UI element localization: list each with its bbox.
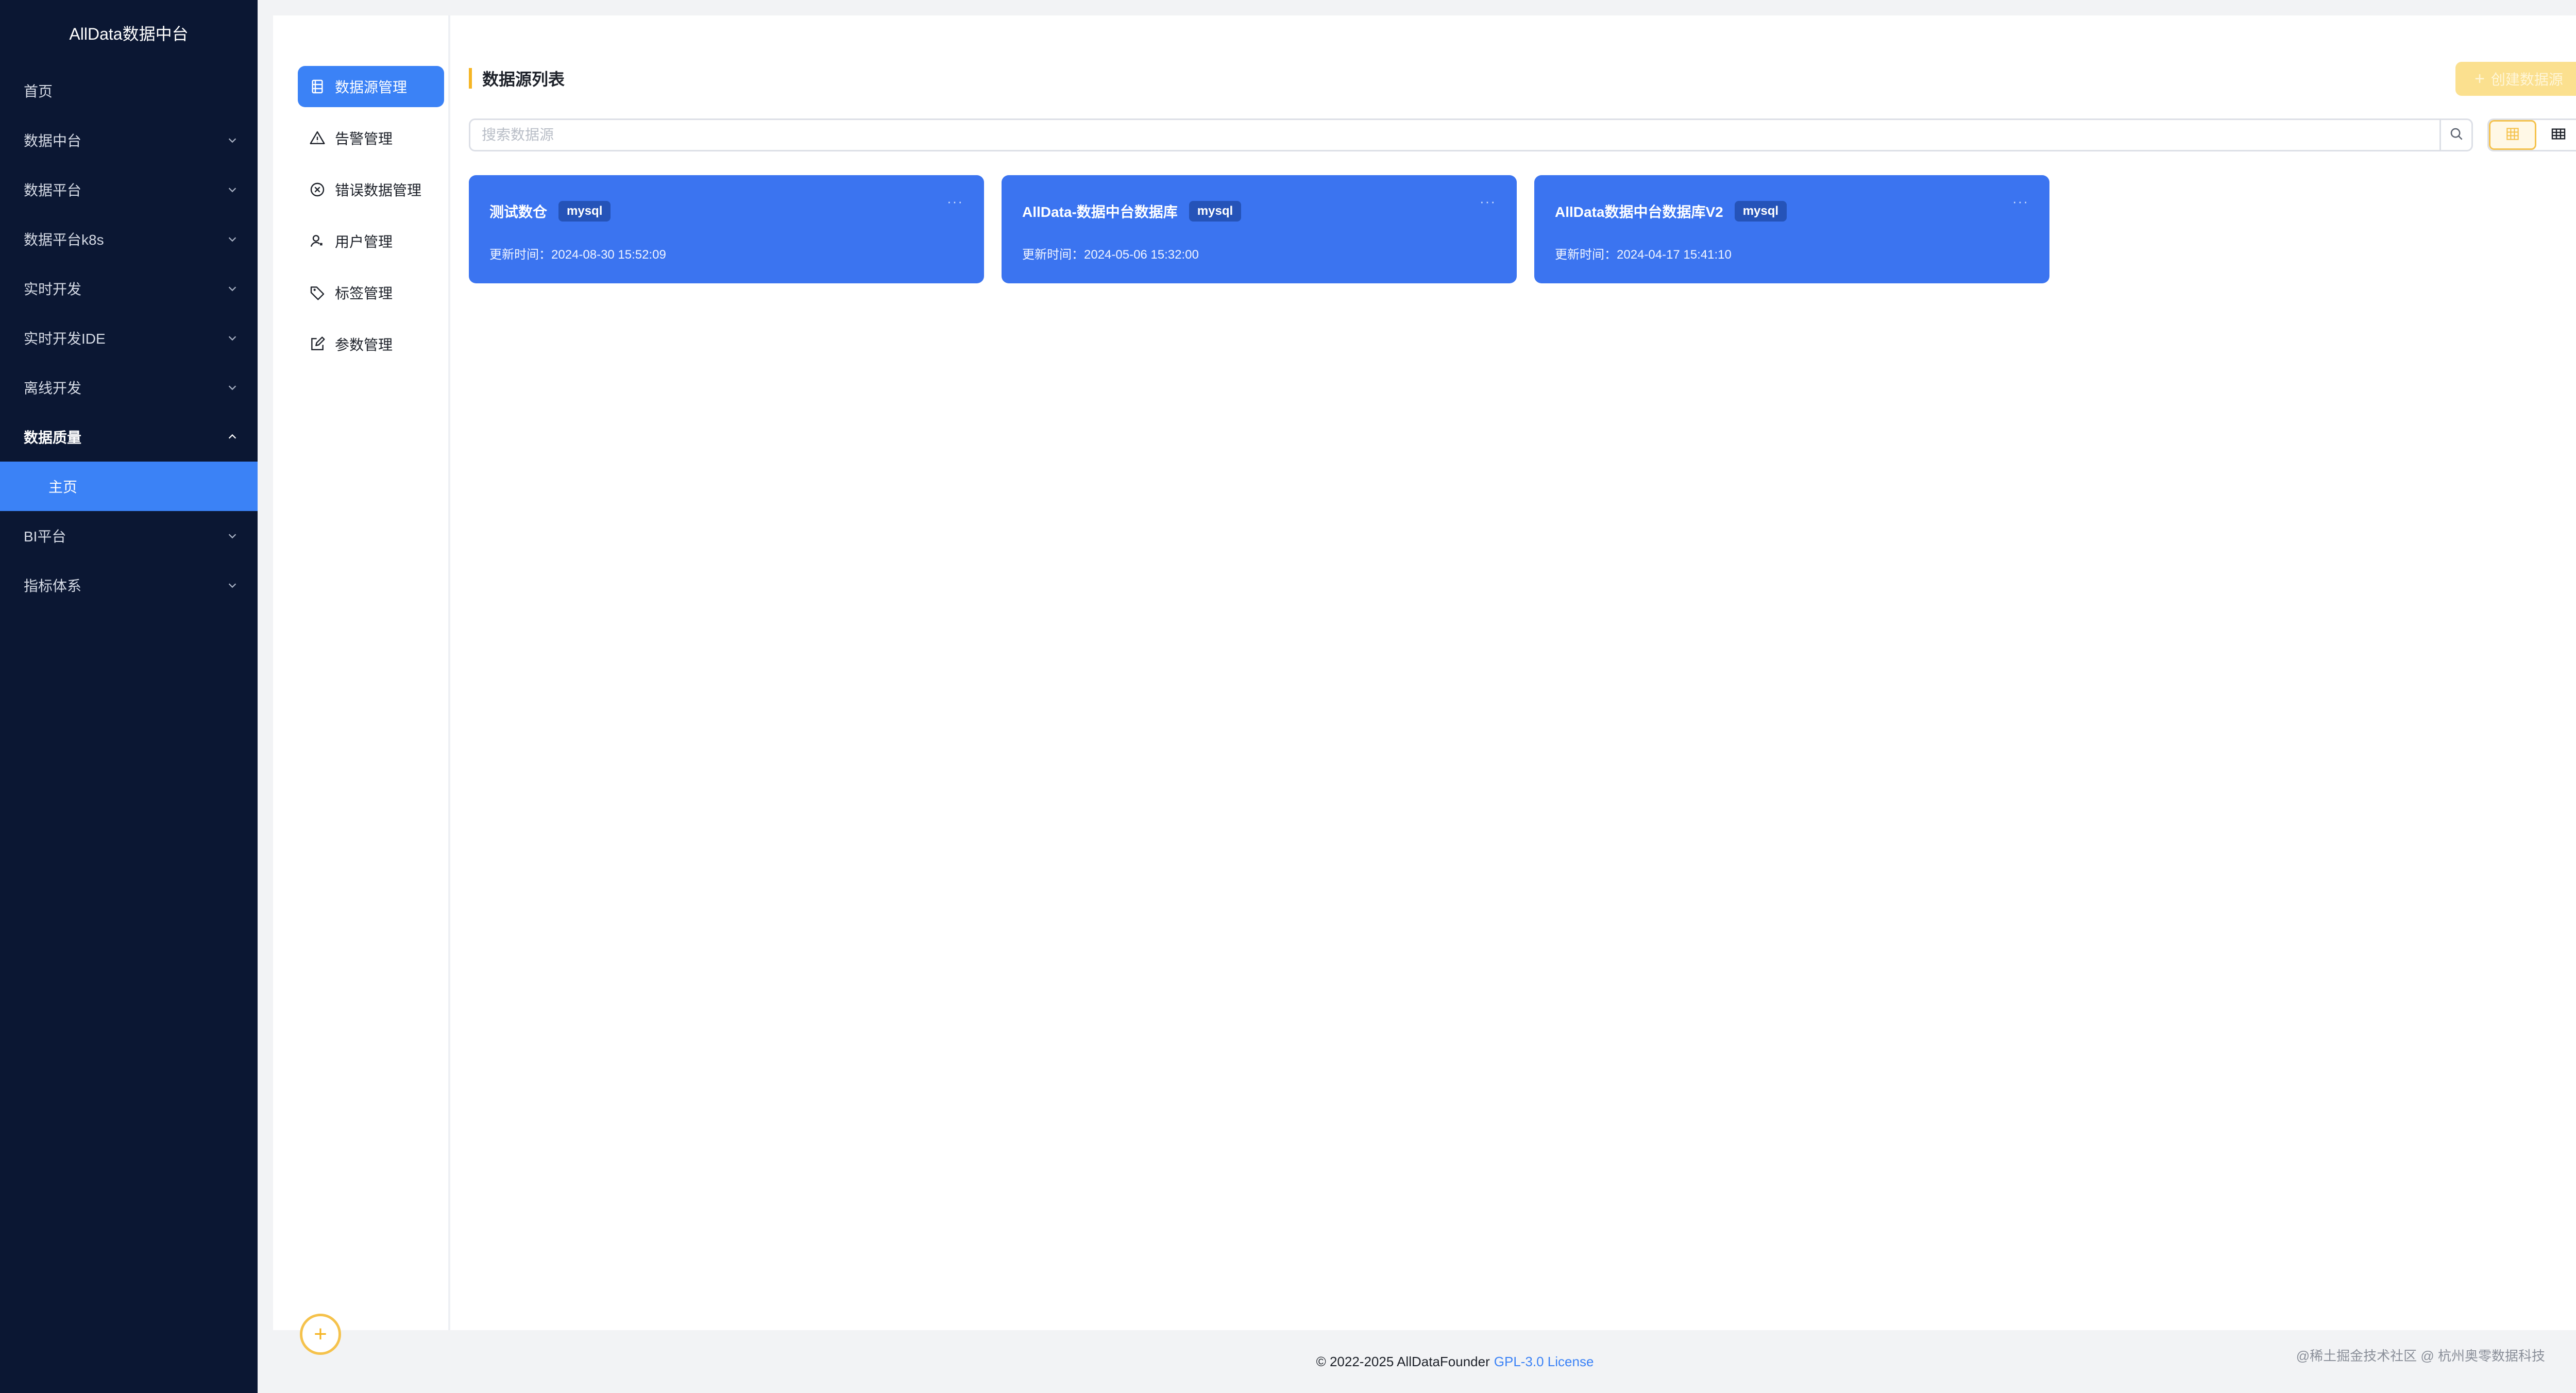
updated-label: 更新时间： [1022,248,1084,262]
warning-icon [309,130,326,146]
subnav-item-label: 错误数据管理 [335,182,422,198]
more-options-icon[interactable]: ··· [1480,194,1496,210]
updated-value: 2024-04-17 15:41:10 [1617,248,1732,262]
tag-icon [309,284,326,301]
main-panel: 数据源管理 告警管理 错误数据管理 用户管理 标签管理 参数管理 + 数据源列表… [273,15,2576,1355]
search-bar [469,118,2473,151]
sidebar-item-home[interactable]: 首页 [0,66,258,115]
datasource-name: AllData数据中台数据库V2 [1555,204,1723,220]
copyright-text: © 2022-2025 AllDataFounder [1316,1353,1490,1369]
card-header: AllData-数据中台数据库 mysql [1022,201,1242,222]
sidebar-item-label: 主页 [48,479,78,495]
subnav-item-datasource[interactable]: 数据源管理 [298,66,444,107]
sidebar-item-metrics-system[interactable]: 指标体系 [0,560,258,610]
table-view-button[interactable] [2536,120,2576,150]
search-icon [2449,126,2464,144]
main-sidebar: AllData数据中台 首页 数据中台 数据平台 数据平台k8s 实时开发 实时… [0,0,258,1393]
subnav-item-label: 数据源管理 [335,79,408,95]
sidebar-item-label: 首页 [24,83,53,99]
updated-label: 更新时间： [1555,248,1617,262]
sidebar-item-label: BI平台 [24,529,66,545]
sidebar-item-realtime-ide[interactable]: 实时开发IDE [0,313,258,363]
sidebar-item-data-quality[interactable]: 数据质量 [0,412,258,462]
search-input[interactable] [470,120,2439,150]
datasource-name: 测试数仓 [489,204,548,220]
card-updated-time: 更新时间：2024-04-17 15:41:10 [1555,244,1732,262]
table-view-icon [2550,126,2567,145]
card-header: AllData数据中台数据库V2 mysql [1555,201,1787,222]
chevron-down-icon [227,382,238,393]
database-icon [309,78,326,95]
more-options-icon[interactable]: ··· [947,194,963,210]
create-button-label: 创建数据源 [2490,72,2563,88]
edit-icon [309,336,326,352]
datasource-type-badge: mysql [1734,201,1787,222]
sidebar-item-label: 数据中台 [24,133,82,149]
sidebar-item-bi-platform[interactable]: BI平台 [0,511,258,560]
subnav-item-users[interactable]: 用户管理 [298,220,444,262]
chevron-down-icon [227,530,238,541]
chevron-down-icon [227,134,238,146]
sidebar-item-label: 实时开发IDE [24,331,106,347]
grid-view-icon [2504,126,2521,145]
search-button[interactable] [2439,120,2471,150]
user-icon [309,233,326,249]
datasource-type-badge: mysql [558,201,611,222]
license-link[interactable]: GPL-3.0 License [1494,1354,1594,1370]
section-header: 数据源列表 [469,67,565,90]
card-updated-time: 更新时间：2024-08-30 15:52:09 [489,244,666,262]
sidebar-item-label: 离线开发 [24,380,82,396]
updated-label: 更新时间： [489,248,551,262]
sidebar-item-label: 实时开发 [24,281,82,297]
more-options-icon[interactable]: ··· [2012,194,2029,210]
page-footer: © 2022-2025 AllDataFounder GPL-3.0 Licen… [273,1330,2576,1393]
card-updated-time: 更新时间：2024-05-06 15:32:00 [1022,244,1199,262]
quality-subnav: 数据源管理 告警管理 错误数据管理 用户管理 标签管理 参数管理 + [273,15,450,1355]
watermark-text: @稀土掘金技术社区 @ 杭州奥零数据科技 [2296,1348,2545,1364]
sidebar-item-data-center[interactable]: 数据中台 [0,115,258,165]
datasource-type-badge: mysql [1189,201,1242,222]
subnav-item-label: 标签管理 [335,285,393,301]
subnav-item-label: 告警管理 [335,131,393,147]
updated-value: 2024-08-30 15:52:09 [551,248,666,262]
card-header: 测试数仓 mysql [489,201,611,222]
sidebar-item-label: 指标体系 [24,578,82,594]
plus-icon: + [2475,69,2485,89]
datasource-card[interactable]: 测试数仓 mysql ··· 更新时间：2024-08-30 15:52:09 [469,175,984,283]
chevron-down-icon [227,184,238,195]
title-accent-bar [469,68,472,89]
sidebar-item-quality-home[interactable]: 主页 [0,462,258,511]
chevron-down-icon [227,332,238,344]
chevron-down-icon [227,283,238,294]
page-title: 数据源列表 [482,70,565,89]
sidebar-item-data-platform[interactable]: 数据平台 [0,165,258,214]
subnav-item-label: 用户管理 [335,234,393,250]
updated-value: 2024-05-06 15:32:00 [1084,248,1199,262]
subnav-item-tags[interactable]: 标签管理 [298,272,444,313]
sidebar-item-label: 数据平台k8s [24,232,104,248]
sidebar-item-realtime-dev[interactable]: 实时开发 [0,264,258,313]
sidebar-item-label: 数据平台 [24,182,82,198]
datasource-card[interactable]: AllData数据中台数据库V2 mysql ··· 更新时间：2024-04-… [1534,175,2049,283]
datasource-content: 数据源列表 + 创建数据源 搜索数据源 测试数仓 mysql ··· 更新时间：… [469,15,2576,1330]
view-mode-toggle [2487,118,2576,151]
datasource-name: AllData-数据中台数据库 [1022,204,1178,220]
chevron-down-icon [227,233,238,245]
chevron-up-icon [227,431,238,443]
subnav-item-params[interactable]: 参数管理 [298,324,444,365]
subnav-item-error-data[interactable]: 错误数据管理 [298,169,444,210]
sidebar-item-offline-dev[interactable]: 离线开发 [0,363,258,412]
error-circle-icon [309,181,326,198]
chevron-down-icon [227,580,238,591]
card-view-button[interactable] [2489,120,2536,150]
subnav-item-label: 参数管理 [335,337,393,353]
datasource-card[interactable]: AllData-数据中台数据库 mysql ··· 更新时间：2024-05-0… [1002,175,1517,283]
brand-title[interactable]: AllData数据中台 [0,0,258,66]
sidebar-item-label: 数据质量 [24,430,82,446]
subnav-item-alerts[interactable]: 告警管理 [298,117,444,159]
create-datasource-button[interactable]: + 创建数据源 [2455,62,2576,96]
sidebar-item-data-platform-k8s[interactable]: 数据平台k8s [0,214,258,264]
